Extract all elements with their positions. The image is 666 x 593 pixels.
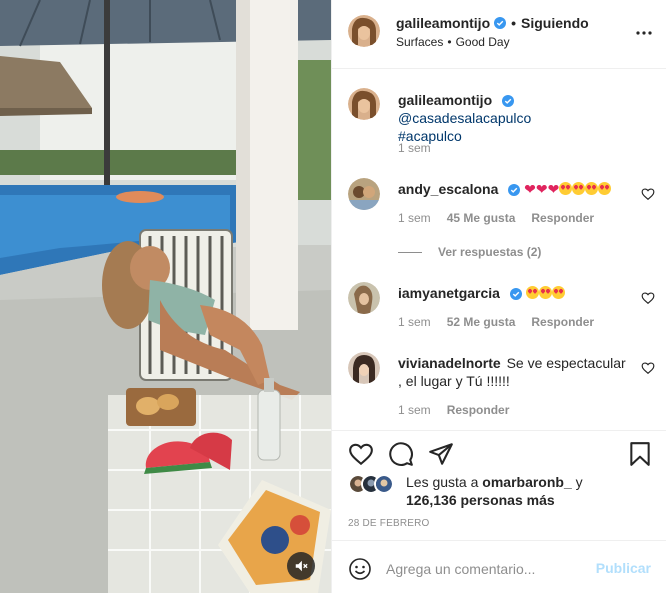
verified-badge-icon xyxy=(502,95,515,108)
bookmark-icon[interactable] xyxy=(627,441,653,467)
liker-avatar xyxy=(374,474,394,494)
more-options-button[interactable] xyxy=(635,24,653,42)
audio-track: Good Day xyxy=(455,35,510,49)
commenter-avatar[interactable] xyxy=(348,282,380,314)
post-date[interactable]: 28 DE FEBRERO xyxy=(348,518,430,529)
comment-meta: 1 sem Responder xyxy=(398,403,525,417)
audio-info[interactable]: Surfaces • Good Day xyxy=(396,35,510,49)
comment-time[interactable]: 1 sem xyxy=(398,315,431,329)
reply-button[interactable]: Responder xyxy=(531,315,594,329)
separator-dot: • xyxy=(447,35,452,49)
heart-eyes-emoji-icon xyxy=(572,182,586,195)
view-replies-button[interactable]: Ver respuestas (2) xyxy=(398,245,541,259)
comment-like-button[interactable] xyxy=(641,291,655,305)
commenter-avatar[interactable] xyxy=(348,352,380,384)
more-horizontal-icon xyxy=(636,31,652,35)
likes-count-link[interactable]: 126,136 personas más xyxy=(406,492,555,508)
comment-text: vivianadelnorte Se ve espectacular , el … xyxy=(398,354,630,390)
comment-like-count[interactable]: 52 Me gusta xyxy=(447,315,516,329)
view-replies-label: Ver respuestas (2) xyxy=(438,245,542,259)
first-liker-username[interactable]: omarbaronb_ xyxy=(482,474,571,490)
paper-plane-icon[interactable] xyxy=(428,441,454,467)
comment-like-button[interactable] xyxy=(641,361,655,375)
heart-eyes-emoji-icon xyxy=(598,182,612,195)
comments-list[interactable]: galileamontijo @casadesalacapulco #acapu… xyxy=(332,70,666,430)
post-video[interactable] xyxy=(0,0,331,593)
author-username[interactable]: galileamontijo xyxy=(396,15,490,31)
comment-meta: 1 sem 45 Me gusta Responder xyxy=(398,211,610,225)
author-avatar[interactable] xyxy=(348,15,380,47)
comment-like-button[interactable] xyxy=(641,187,655,201)
comment-meta: 1 sem 52 Me gusta Responder xyxy=(398,315,610,329)
likes-summary[interactable]: Les gusta a omarbaronb_ y 126,136 person… xyxy=(348,473,583,509)
comment-like-count[interactable]: 45 Me gusta xyxy=(447,211,516,225)
heart-eyes-emoji-icon xyxy=(585,182,599,195)
video-frame xyxy=(0,0,331,593)
profile-photo-icon xyxy=(376,476,392,492)
caption-text: galileamontijo @casadesalacapulco #acapu… xyxy=(398,91,630,145)
verified-badge-icon xyxy=(494,17,507,29)
verified-badge-icon xyxy=(509,288,522,301)
comment-emoji-render xyxy=(525,285,565,301)
heart-eyes-emoji-icon xyxy=(559,182,573,195)
commenter-username[interactable]: iamyanetgarcia xyxy=(398,285,500,301)
heart-eyes-emoji-icon xyxy=(551,286,565,299)
comment-emoji-render: ❤❤❤ xyxy=(524,181,612,197)
caption-mention-link[interactable]: @casadesalacapulco xyxy=(398,110,531,126)
caption-username[interactable]: galileamontijo xyxy=(398,92,492,108)
author-avatar[interactable] xyxy=(348,88,380,120)
red-heart-icon: ❤ xyxy=(535,181,548,197)
profile-photo-icon xyxy=(348,88,380,120)
comment-bubble-icon[interactable] xyxy=(388,441,414,467)
red-heart-icon: ❤ xyxy=(524,181,536,197)
reply-button[interactable]: Responder xyxy=(531,211,594,225)
profile-photo-icon xyxy=(348,15,380,47)
profile-photo-icon xyxy=(348,178,380,210)
follow-status-button[interactable]: Siguiendo xyxy=(521,15,589,31)
verified-badge-icon xyxy=(508,184,521,197)
audio-artist: Surfaces xyxy=(396,35,444,49)
likes-text: Les gusta a omarbaronb_ y 126,136 person… xyxy=(406,473,583,509)
heart-outline-icon[interactable] xyxy=(348,441,374,467)
commenter-username[interactable]: vivianadelnorte xyxy=(398,355,501,371)
profile-photo-icon xyxy=(348,352,380,384)
comment-text: iamyanetgarcia 😍😍😍 xyxy=(398,284,630,302)
caption-meta: 1 sem xyxy=(398,141,447,155)
publish-button[interactable]: Publicar xyxy=(596,560,651,576)
reply-button[interactable]: Responder xyxy=(447,403,510,417)
header-title-row: galileamontijo • Siguiendo xyxy=(396,14,589,32)
replies-divider xyxy=(398,251,422,253)
comment-time[interactable]: 1 sem xyxy=(398,403,431,417)
mute-button[interactable] xyxy=(287,552,315,580)
separator-dot: • xyxy=(511,15,517,31)
post-header: galileamontijo • Siguiendo Surfaces • Go… xyxy=(332,0,666,69)
commenter-avatar[interactable] xyxy=(348,178,380,210)
caption-time[interactable]: 1 sem xyxy=(398,141,431,155)
profile-photo-icon xyxy=(348,282,380,314)
comment-time[interactable]: 1 sem xyxy=(398,211,431,225)
likes-prefix: Les gusta a xyxy=(406,474,479,490)
likes-conjunction: y xyxy=(575,474,583,490)
post-details-panel: galileamontijo • Siguiendo Surfaces • Go… xyxy=(331,0,666,593)
speaker-muted-icon xyxy=(295,560,308,572)
comment-text: andy_escalona ❤❤❤😍😍😍😍 ❤❤❤ xyxy=(398,180,630,198)
smiley-icon[interactable] xyxy=(348,557,372,581)
heart-eyes-emoji-icon xyxy=(538,286,552,299)
add-comment-form: Publicar xyxy=(332,540,666,593)
comment-input[interactable] xyxy=(386,558,586,580)
red-heart-icon: ❤ xyxy=(547,181,560,197)
heart-eyes-emoji-icon xyxy=(525,286,539,299)
commenter-username[interactable]: andy_escalona xyxy=(398,181,498,197)
likers-avatars xyxy=(348,474,402,494)
